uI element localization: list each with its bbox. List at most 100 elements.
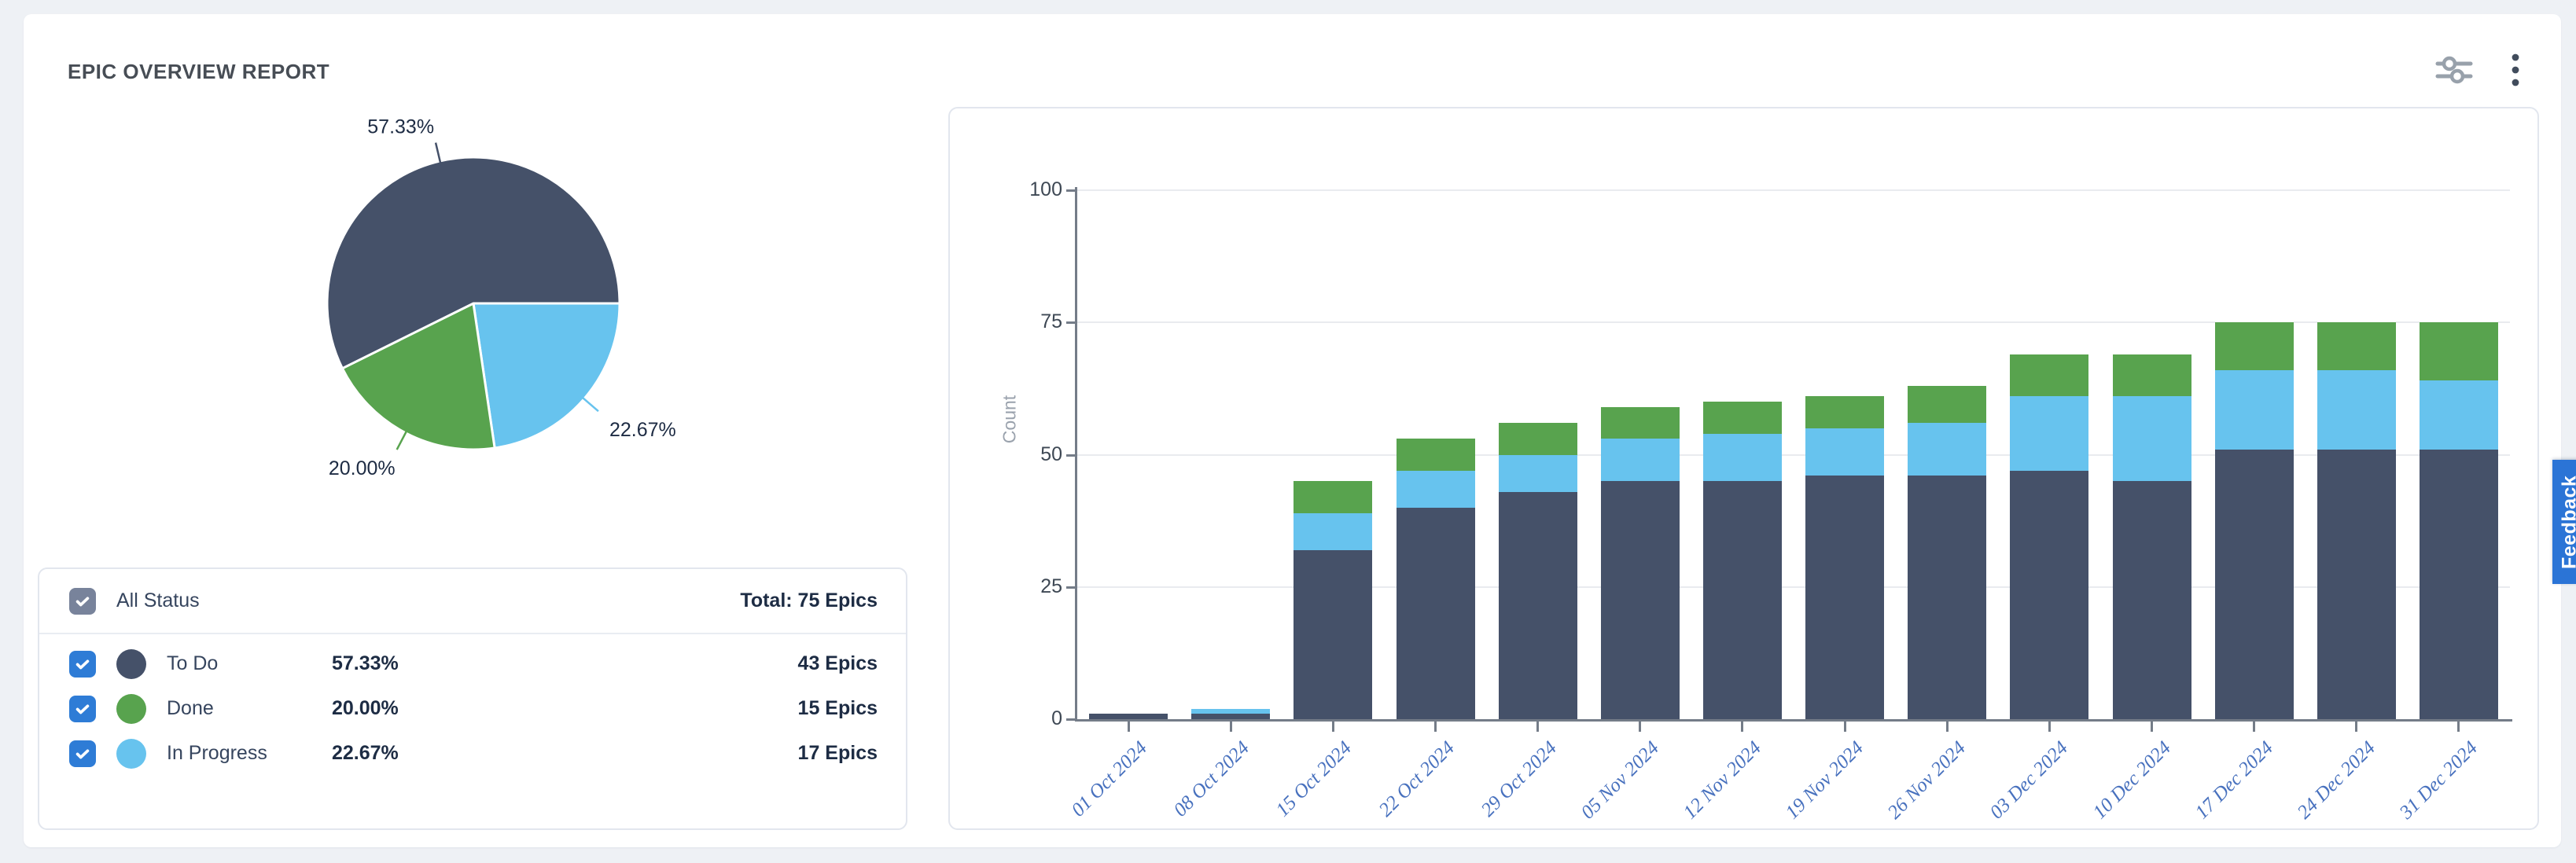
x-axis-tick xyxy=(2048,722,2051,732)
bar-segment-in-progress[interactable] xyxy=(1499,455,1577,492)
status-pie-chart: 22.67% 20.00% 57.33% xyxy=(31,93,936,643)
y-axis-tick xyxy=(1066,586,1076,589)
y-axis-tick-label: 100 xyxy=(992,178,1062,201)
pie-slice-percent-label: 22.67% xyxy=(609,419,676,441)
x-axis-date-label: 15 Oct 2024 xyxy=(1272,737,1356,821)
bar-segment-to-do[interactable] xyxy=(1499,492,1577,719)
gridline xyxy=(1077,586,2510,588)
all-status-label: All Status xyxy=(116,589,200,612)
chart-settings-button[interactable] xyxy=(2431,50,2478,93)
x-axis-date-label: 08 Oct 2024 xyxy=(1170,737,1254,821)
pie-slice-percent-label: 20.00% xyxy=(329,457,396,479)
bar-segment-done[interactable] xyxy=(2010,354,2088,397)
bar-segment-to-do[interactable] xyxy=(2010,471,2088,719)
x-axis-tick xyxy=(2253,722,2255,732)
bar-segment-in-progress[interactable] xyxy=(1601,439,1680,481)
bar-segment-done[interactable] xyxy=(1397,439,1475,470)
bar-segment-in-progress[interactable] xyxy=(2215,370,2294,450)
gridline xyxy=(1077,321,2510,323)
status-count: 17 Epics xyxy=(798,742,878,765)
bar-segment-in-progress[interactable] xyxy=(1703,434,1782,482)
bar-segment-to-do[interactable] xyxy=(1294,550,1372,719)
bar-segment-in-progress[interactable] xyxy=(1397,471,1475,508)
pie-slice[interactable] xyxy=(473,303,620,448)
bar-segment-done[interactable] xyxy=(1703,402,1782,433)
feedback-button[interactable]: Feedback xyxy=(2552,460,2576,584)
bar-segment-to-do[interactable] xyxy=(1601,481,1680,719)
legend-row: To Do57.33%43 Epics xyxy=(39,641,906,686)
bar-segment-to-do[interactable] xyxy=(1191,714,1270,719)
bar-segment-to-do[interactable] xyxy=(1089,714,1168,719)
x-axis-date-label: 24 Dec 2024 xyxy=(2293,737,2379,824)
checkmark-icon xyxy=(74,700,91,718)
status-label: In Progress xyxy=(167,742,267,765)
bar-chart-plot-area xyxy=(1077,190,2510,719)
status-percent: 20.00% xyxy=(332,697,399,720)
bar-segment-in-progress[interactable] xyxy=(1191,709,1270,714)
page-background: EPIC OVERVIEW REPORT xyxy=(0,0,2576,863)
x-axis-line xyxy=(1075,719,2512,722)
x-axis-date-label: 12 Nov 2024 xyxy=(1680,737,1766,824)
bar-segment-to-do[interactable] xyxy=(2215,450,2294,719)
x-axis-date-label: 19 Nov 2024 xyxy=(1782,737,1868,824)
status-count: 15 Epics xyxy=(798,697,878,720)
x-axis-date-label: 31 Dec 2024 xyxy=(2396,737,2482,824)
y-axis-tick-label: 75 xyxy=(992,310,1062,333)
status-color-swatch xyxy=(116,739,146,769)
bar-segment-done[interactable] xyxy=(2215,322,2294,370)
bar-segment-in-progress[interactable] xyxy=(1805,428,1884,476)
x-axis-tick xyxy=(1741,722,1743,732)
x-axis-tick xyxy=(1434,722,1437,732)
bar-segment-to-do[interactable] xyxy=(2420,450,2498,719)
bar-segment-to-do[interactable] xyxy=(2317,450,2396,719)
y-axis-tick-label: 25 xyxy=(992,575,1062,598)
more-options-button[interactable] xyxy=(2506,47,2525,95)
gridline xyxy=(1077,454,2510,456)
bar-segment-in-progress[interactable] xyxy=(2113,396,2191,481)
bar-segment-in-progress[interactable] xyxy=(2420,380,2498,449)
x-axis-date-label: 10 Dec 2024 xyxy=(2088,737,2175,824)
bar-segment-in-progress[interactable] xyxy=(1908,423,1986,476)
status-checkbox[interactable] xyxy=(69,740,96,767)
bar-segment-in-progress[interactable] xyxy=(1294,513,1372,550)
bar-segment-to-do[interactable] xyxy=(1908,476,1986,719)
bar-segment-done[interactable] xyxy=(1805,396,1884,428)
bar-segment-done[interactable] xyxy=(1908,386,1986,423)
y-axis-tick-label: 0 xyxy=(992,707,1062,730)
legend-divider xyxy=(39,633,906,634)
checkmark-icon xyxy=(74,656,91,673)
status-legend-card: All Status Total: 75 Epics To Do57.33%43… xyxy=(38,567,907,830)
bar-segment-done[interactable] xyxy=(2317,322,2396,370)
x-axis-date-label: 01 Oct 2024 xyxy=(1068,737,1152,821)
status-label: Done xyxy=(167,697,214,720)
bar-segment-to-do[interactable] xyxy=(1703,481,1782,719)
bar-segment-done[interactable] xyxy=(1294,481,1372,512)
total-epics-value: Total: 75 Epics xyxy=(740,589,878,612)
status-color-swatch xyxy=(116,694,146,724)
checkmark-icon xyxy=(74,745,91,762)
bar-segment-done[interactable] xyxy=(1601,407,1680,439)
x-axis-tick xyxy=(2151,722,2153,732)
x-axis-date-label: 26 Nov 2024 xyxy=(1884,737,1971,824)
status-checkbox[interactable] xyxy=(69,651,96,678)
bar-segment-done[interactable] xyxy=(2113,354,2191,397)
bar-segment-in-progress[interactable] xyxy=(2317,370,2396,450)
all-status-checkbox[interactable] xyxy=(69,588,96,615)
epic-overview-report-card: EPIC OVERVIEW REPORT xyxy=(24,14,2561,847)
bar-segment-to-do[interactable] xyxy=(1805,476,1884,719)
x-axis-tick xyxy=(1332,722,1334,732)
status-checkbox[interactable] xyxy=(69,696,96,722)
bar-segment-done[interactable] xyxy=(2420,322,2498,380)
x-axis-date-label: 17 Dec 2024 xyxy=(2191,737,2277,824)
x-axis-date-label: 29 Oct 2024 xyxy=(1477,737,1561,821)
legend-row-all-status: All Status Total: 75 Epics xyxy=(39,578,906,623)
bar-segment-in-progress[interactable] xyxy=(2010,396,2088,470)
x-axis-tick xyxy=(1536,722,1539,732)
bar-segment-to-do[interactable] xyxy=(2113,481,2191,719)
bar-segment-done[interactable] xyxy=(1499,423,1577,454)
gridline xyxy=(1077,189,2510,191)
checkmark-icon xyxy=(74,593,91,610)
pie-slice-percent-label: 57.33% xyxy=(367,116,434,138)
page-title: EPIC OVERVIEW REPORT xyxy=(68,60,329,84)
bar-segment-to-do[interactable] xyxy=(1397,508,1475,719)
